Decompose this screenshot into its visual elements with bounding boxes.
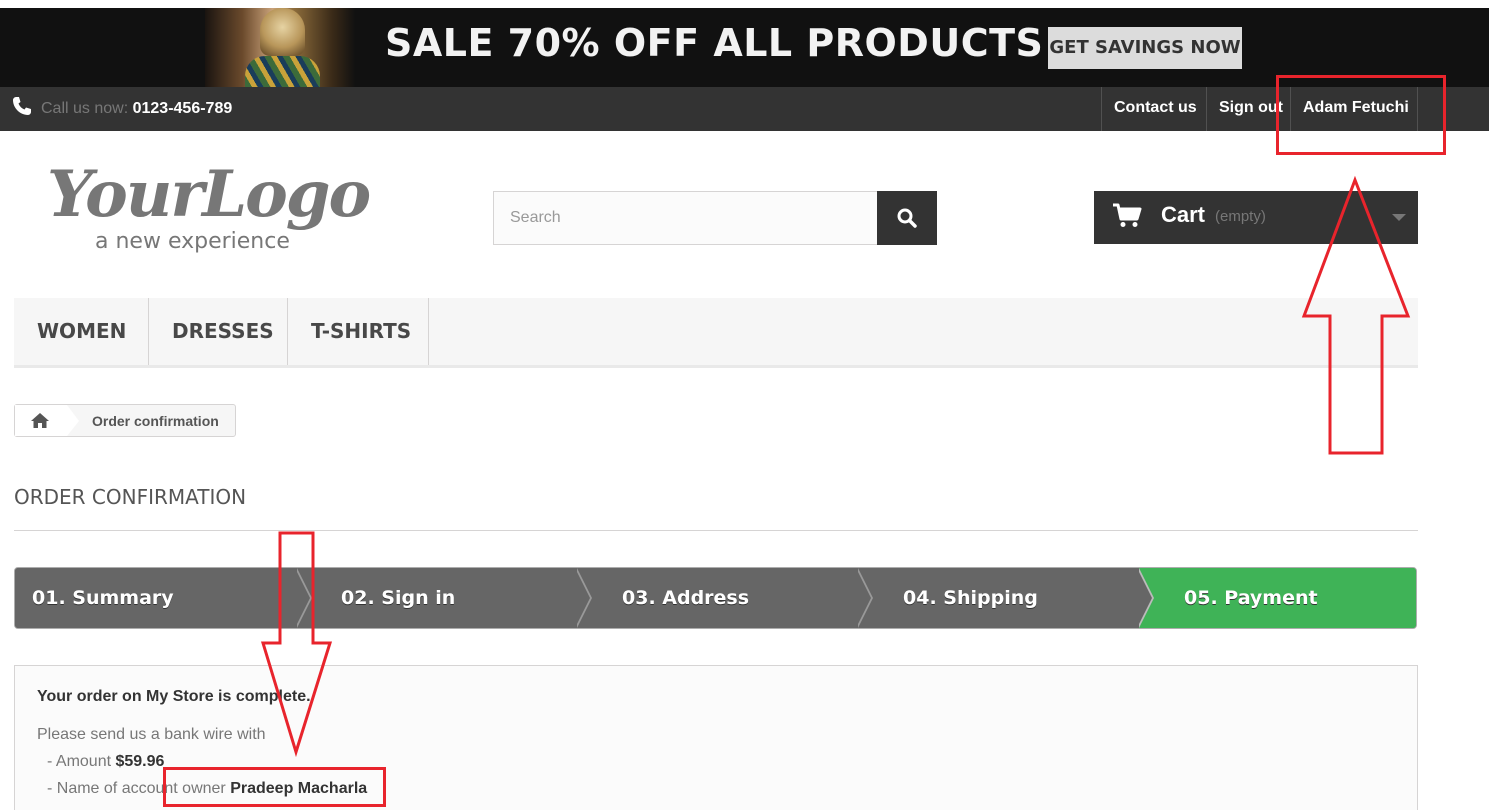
step-separator xyxy=(1137,568,1152,628)
call-us-text: Call us now: 0123-456-789 xyxy=(41,100,232,118)
annotation-box-account xyxy=(1276,75,1446,155)
title-divider xyxy=(14,530,1418,531)
cart-button[interactable]: Cart (empty) xyxy=(1094,191,1418,244)
cart-status: (empty) xyxy=(1215,208,1266,225)
banner-headline: SALE 70% OFF ALL PRODUCTS xyxy=(385,21,1044,65)
step-label: 04. Shipping xyxy=(903,587,1038,609)
amount-label: - Amount xyxy=(47,753,116,770)
banner-model-image xyxy=(205,8,355,87)
logo-wordmark: YourLogo xyxy=(47,157,371,232)
contact-us-link[interactable]: Contact us xyxy=(1101,87,1207,131)
step-address[interactable]: 03. Address xyxy=(577,568,858,628)
breadcrumb-home[interactable] xyxy=(15,405,67,436)
step-sign-in[interactable]: 02. Sign in xyxy=(297,568,577,628)
get-savings-button[interactable]: GET SAVINGS NOW xyxy=(1048,27,1242,69)
breadcrumb-current: Order confirmation xyxy=(92,413,219,429)
amount-value: $59.96 xyxy=(115,753,165,770)
step-label: 05. Payment xyxy=(1184,587,1318,609)
breadcrumb-separator xyxy=(67,405,79,436)
checkout-steps: 01. Summary 02. Sign in 03. Address 04. … xyxy=(14,567,1417,629)
search-icon xyxy=(897,208,917,228)
store-logo[interactable]: YourLogo a new experience xyxy=(45,157,385,257)
step-summary[interactable]: 01. Summary xyxy=(15,568,297,628)
promo-banner[interactable]: SALE 70% OFF ALL PRODUCTS GET SAVINGS NO… xyxy=(0,8,1489,87)
home-icon xyxy=(31,413,49,428)
step-separator xyxy=(295,568,310,628)
confirmation-heading: Your order on My Store is complete. xyxy=(37,688,311,705)
menu-item-women[interactable]: WOMEN xyxy=(14,298,149,365)
search-input[interactable] xyxy=(493,191,878,245)
step-label: 03. Address xyxy=(622,587,750,609)
phone-number: 0123-456-789 xyxy=(132,100,233,117)
step-separator xyxy=(575,568,590,628)
annotation-box-owner xyxy=(163,767,386,807)
cart-label: Cart xyxy=(1161,202,1206,227)
search-button[interactable] xyxy=(877,191,937,245)
phone-icon xyxy=(13,97,31,115)
shopping-cart-icon xyxy=(1113,203,1142,227)
step-separator xyxy=(856,568,871,628)
chevron-down-icon xyxy=(1392,214,1406,221)
breadcrumb: Order confirmation xyxy=(14,404,236,437)
main-menu: WOMEN DRESSES T-SHIRTS xyxy=(14,298,1418,368)
amount-line: - Amount $59.96 xyxy=(47,753,164,771)
logo-tagline: a new experience xyxy=(95,229,290,254)
call-us-label: Call us now: xyxy=(41,100,129,117)
step-payment[interactable]: 05. Payment xyxy=(1139,568,1416,628)
menu-item-dresses[interactable]: DRESSES xyxy=(149,298,288,365)
page-title: ORDER CONFIRMATION xyxy=(14,485,247,509)
top-navbar: Call us now: 0123-456-789 Contact us Sig… xyxy=(0,87,1489,131)
step-label: 01. Summary xyxy=(32,587,174,609)
step-label: 02. Sign in xyxy=(341,587,456,609)
menu-item-tshirts[interactable]: T-SHIRTS xyxy=(288,298,429,365)
step-shipping[interactable]: 04. Shipping xyxy=(858,568,1139,628)
bank-wire-instructions: Please send us a bank wire with xyxy=(37,726,266,743)
